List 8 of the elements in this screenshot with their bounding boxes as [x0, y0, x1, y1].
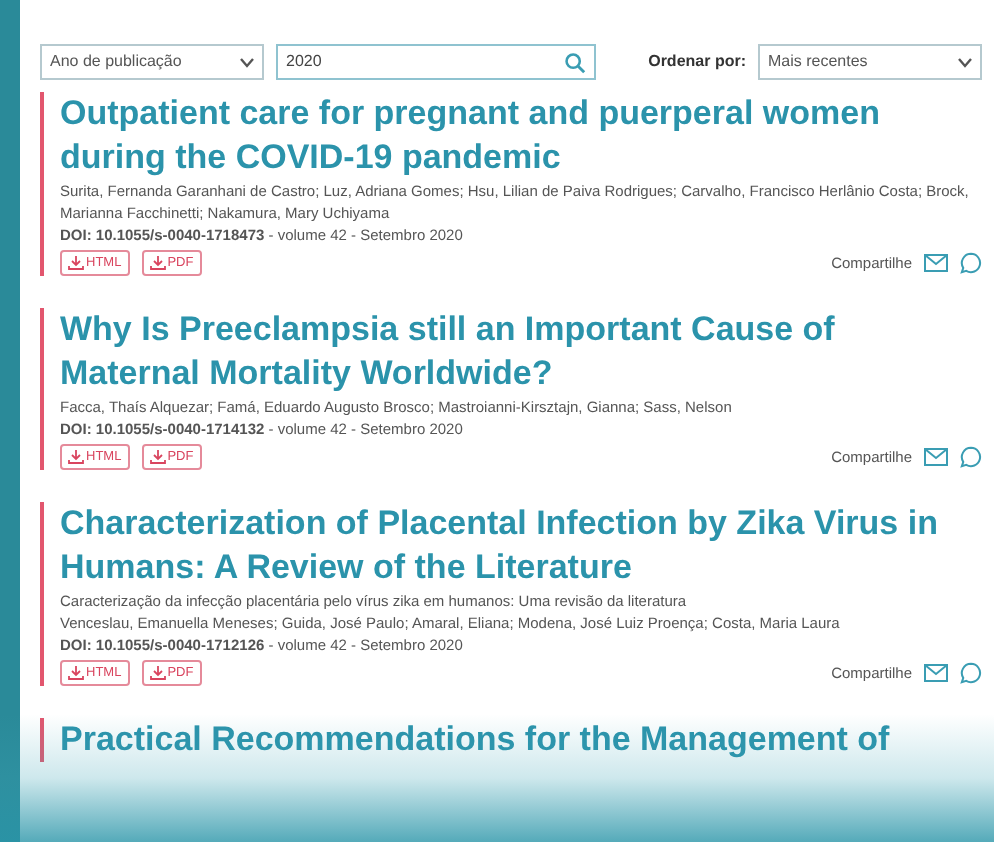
sort-label: Ordenar por: [648, 50, 746, 74]
year-select[interactable]: Ano de publicação [40, 44, 264, 80]
article-title[interactable]: Outpatient care for pregnant and puerperal women during the COVID-19 pandemic [60, 92, 982, 180]
sort-select[interactable]: Mais recentes [758, 44, 982, 80]
search-field[interactable]: 2020 [276, 44, 596, 80]
article-title[interactable]: Characterization of Placental Infection by Zika Virus in Humans: A Review of the Literature [60, 502, 982, 590]
article-title[interactable]: Why Is Preeclampsia still an Important Cause of Maternal Mortality Worldwide? [60, 308, 982, 396]
article-title[interactable]: Practical Recommendations for the Management of [60, 718, 982, 762]
